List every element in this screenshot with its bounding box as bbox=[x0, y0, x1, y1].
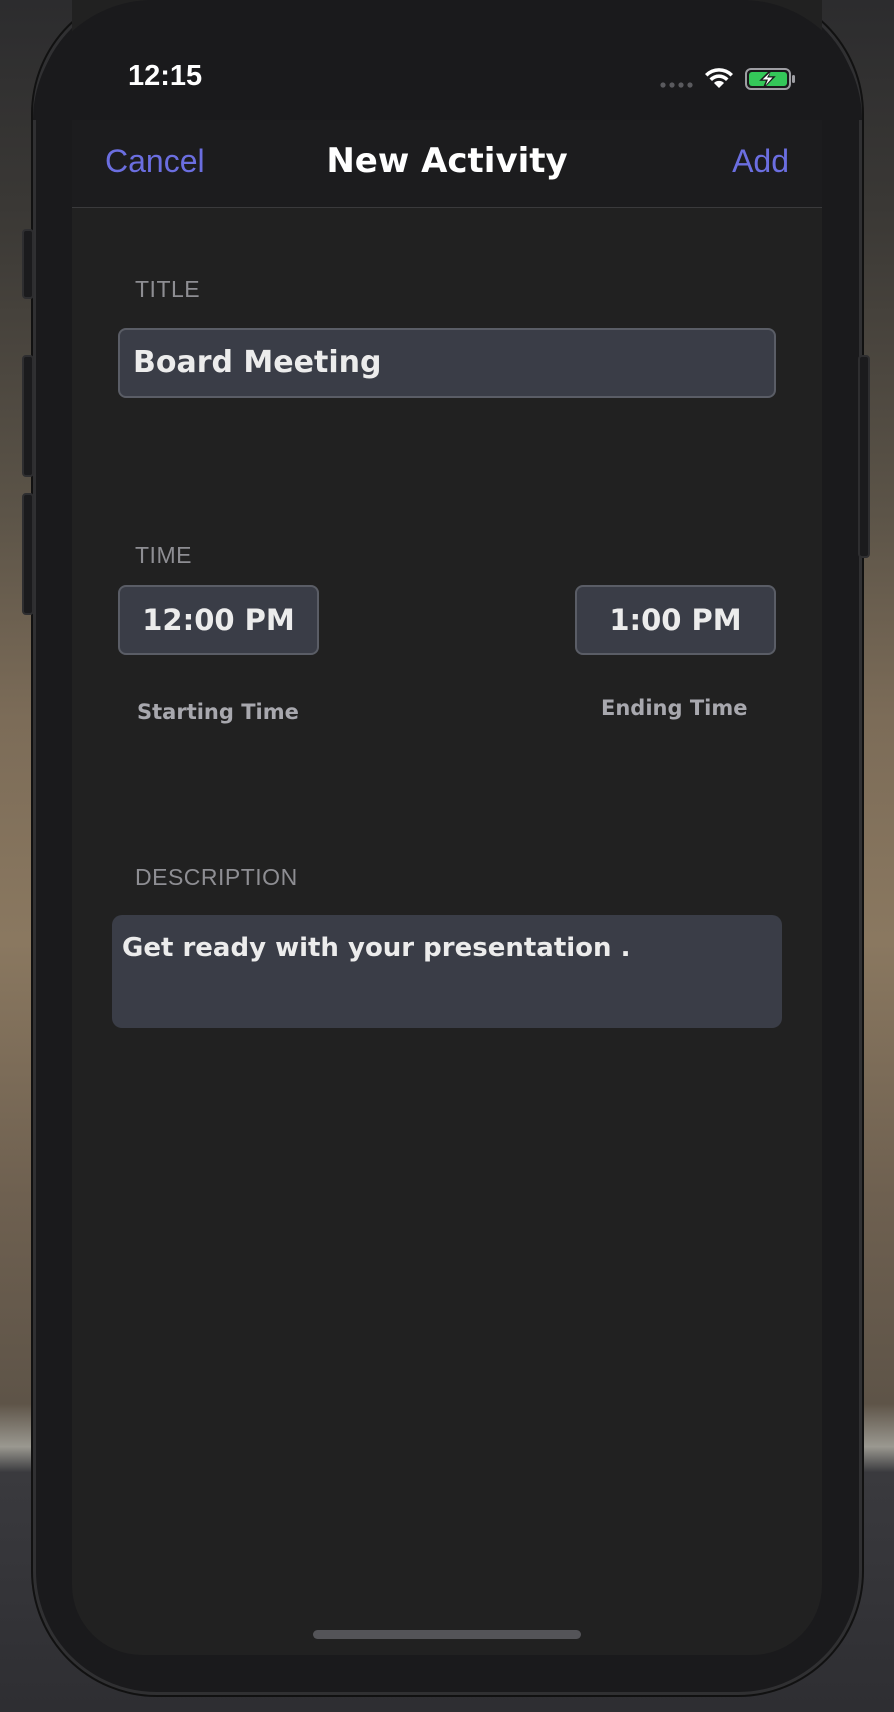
ending-time-caption: Ending Time bbox=[601, 696, 748, 720]
mute-switch bbox=[22, 229, 34, 299]
start-time-picker[interactable]: 12:00 PM bbox=[118, 585, 319, 655]
power-button bbox=[858, 355, 870, 558]
title-input[interactable]: Board Meeting bbox=[118, 328, 776, 398]
time-section-label: TIME bbox=[135, 542, 192, 568]
title-section-label: TITLE bbox=[135, 276, 201, 302]
signal-dots-icon bbox=[660, 82, 693, 88]
app-screen bbox=[72, 0, 822, 1655]
volume-down-button bbox=[22, 493, 34, 615]
status-time: 12:15 bbox=[128, 60, 203, 92]
description-section-label: DESCRIPTION bbox=[135, 864, 298, 890]
home-indicator[interactable] bbox=[313, 1630, 581, 1639]
status-icons bbox=[660, 68, 795, 90]
navigation-bar: Cancel New Activity Add bbox=[72, 120, 822, 208]
starting-time-caption: Starting Time bbox=[137, 700, 299, 724]
add-button[interactable]: Add bbox=[732, 143, 789, 180]
battery-charging-icon bbox=[745, 68, 795, 90]
description-textarea[interactable]: Get ready with your presentation . bbox=[112, 915, 782, 1028]
volume-up-button bbox=[22, 355, 34, 477]
page-title: New Activity bbox=[326, 141, 568, 181]
end-time-picker[interactable]: 1:00 PM bbox=[575, 585, 776, 655]
wifi-icon bbox=[705, 68, 733, 88]
